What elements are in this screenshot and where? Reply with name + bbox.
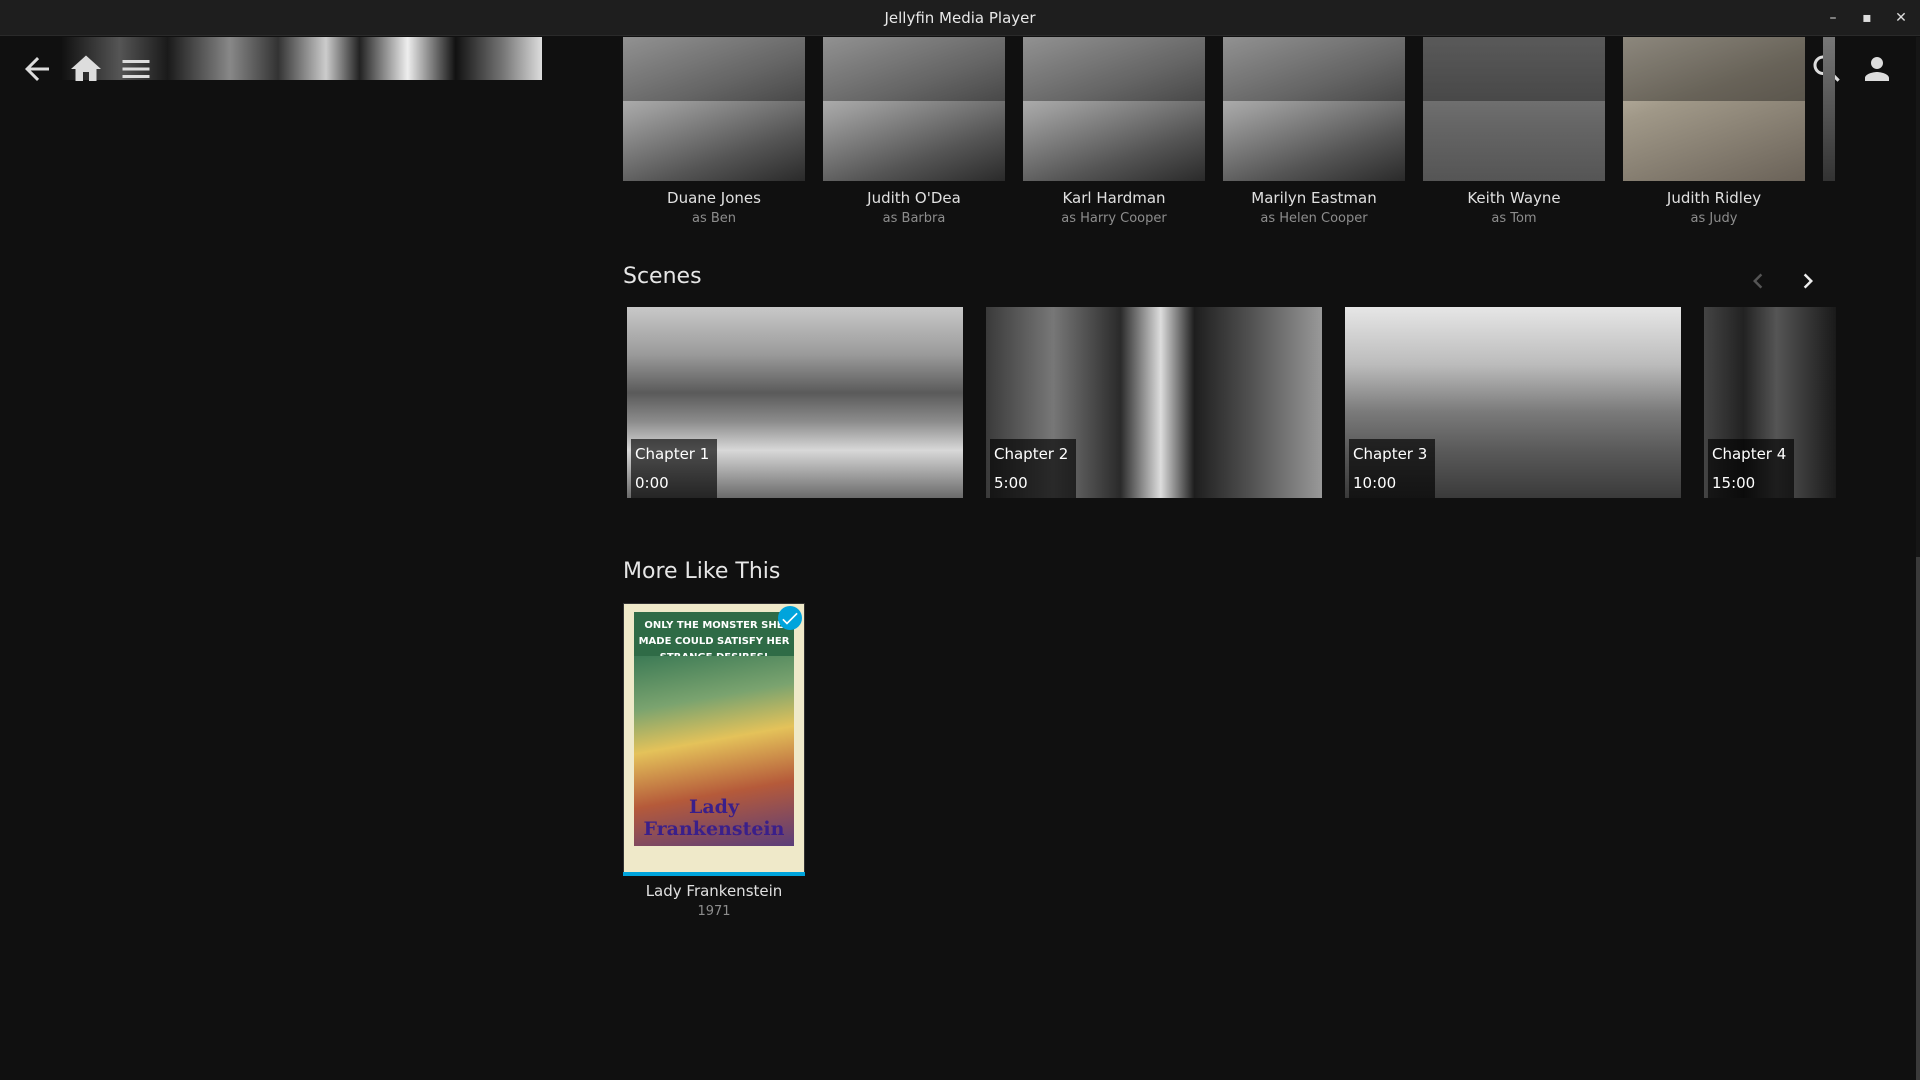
checkmark-icon [782, 612, 798, 625]
scene-label: Chapter 4 15:00 [1708, 439, 1795, 498]
scrollbar-thumb[interactable] [1916, 557, 1920, 1080]
window-title: Jellyfin Media Player [884, 9, 1036, 27]
scenes-next-button[interactable] [1793, 266, 1823, 296]
cast-role: as Harry Cooper [1061, 211, 1167, 226]
cast-card[interactable]: Karl Hardman as Harry Cooper [1023, 37, 1205, 226]
cast-role: as Ben [691, 211, 737, 226]
scene-card[interactable]: Chapter 3 10:00 [1345, 307, 1681, 498]
cast-name[interactable]: Duane Jones [623, 189, 805, 207]
scene-label: Chapter 1 0:00 [631, 439, 718, 498]
back-arrow-icon [25, 57, 49, 81]
cast-card[interactable]: Judith Ridley as Judy [1623, 37, 1805, 226]
poster-title: Lady Frankenstein [643, 796, 785, 840]
movie-title[interactable]: Lady Frankenstein [623, 882, 805, 900]
cast-role: as Barbra [882, 211, 946, 226]
poster-tagline: ONLY THE MONSTER SHE MADE COULD SATISFY … [634, 612, 794, 663]
scene-card[interactable]: Chapter 4 15:00 [1704, 307, 1836, 498]
cast-role: as Helen Cooper [1260, 211, 1368, 226]
scene-name: Chapter 4 [1712, 445, 1787, 463]
scene-card[interactable]: Chapter 2 5:00 [986, 307, 1322, 498]
cast-role: as Judy [1690, 211, 1738, 226]
page-scrollbar[interactable] [1916, 37, 1920, 1080]
cast-photo [1023, 37, 1205, 181]
scene-time: 5:00 [994, 474, 1028, 492]
cast-card[interactable]: Judith O'Dea as Barbra [823, 37, 1005, 226]
user-button[interactable] [1859, 51, 1895, 87]
cast-name[interactable]: Judith O'Dea [823, 189, 1005, 207]
scene-time: 15:00 [1712, 474, 1756, 492]
cast-photo [1423, 37, 1605, 181]
window-titlebar: Jellyfin Media Player – ▪ ✕ [0, 0, 1920, 36]
played-indicator [778, 606, 802, 630]
cast-name[interactable]: Marilyn Eastman [1223, 189, 1405, 207]
back-button[interactable] [19, 51, 55, 87]
cast-photo [823, 37, 1005, 181]
cast-card[interactable]: Keith Wayne as Tom [1423, 37, 1605, 226]
close-button[interactable]: ✕ [1890, 7, 1912, 29]
minimize-button[interactable]: – [1822, 7, 1844, 29]
cast-card[interactable]: Marilyn Eastman as Helen Cooper [1223, 37, 1405, 226]
chevron-right-icon [1803, 273, 1813, 289]
cast-name[interactable]: Karl Hardman [1023, 189, 1205, 207]
cast-card[interactable]: Duane Jones as Ben [623, 37, 805, 226]
watch-progress-bar [623, 872, 805, 876]
cast-card-partial[interactable] [1823, 37, 1835, 181]
scenes-prev-button[interactable] [1743, 266, 1773, 296]
chevron-left-icon [1753, 273, 1763, 289]
scene-card[interactable]: Chapter 1 0:00 [627, 307, 963, 498]
scene-name: Chapter 1 [635, 445, 710, 463]
cast-photo [1223, 37, 1405, 181]
home-button[interactable] [68, 51, 104, 87]
watch-progress-fill [623, 872, 805, 876]
movie-poster[interactable]: ONLY THE MONSTER SHE MADE COULD SATISFY … [623, 603, 805, 875]
home-icon [71, 55, 101, 81]
cast-photo [623, 37, 805, 181]
movie-year: 1971 [697, 904, 731, 919]
scene-name: Chapter 2 [994, 445, 1069, 463]
scene-time: 10:00 [1353, 474, 1397, 492]
cast-photo [1623, 37, 1805, 181]
scene-label: Chapter 3 10:00 [1349, 439, 1436, 498]
user-icon [1865, 57, 1889, 81]
more-like-this-section-title: More Like This [623, 559, 781, 584]
scene-name: Chapter 3 [1353, 445, 1428, 463]
menu-button[interactable] [118, 51, 154, 87]
scene-label: Chapter 2 5:00 [990, 439, 1077, 498]
menu-icon [122, 60, 150, 78]
maximize-button[interactable]: ▪ [1856, 7, 1878, 29]
scene-time: 0:00 [635, 474, 669, 492]
scenes-section-title: Scenes [623, 264, 702, 289]
cast-name[interactable]: Keith Wayne [1423, 189, 1605, 207]
cast-role: as Tom [1491, 211, 1537, 226]
cast-name[interactable]: Judith Ridley [1623, 189, 1805, 207]
